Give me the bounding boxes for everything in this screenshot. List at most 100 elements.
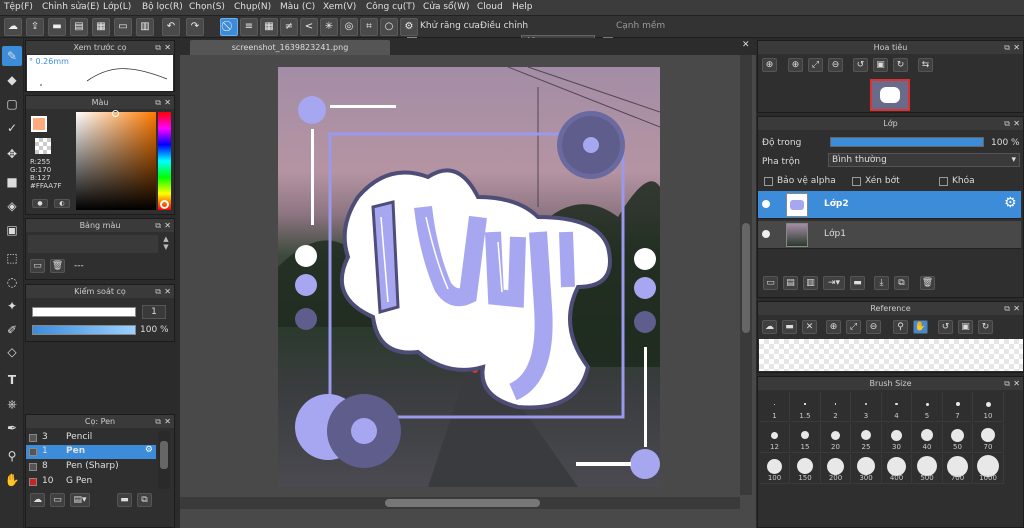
menu-color[interactable]: Màu (C) [280,2,315,12]
brush-size-option[interactable]: 12 [760,423,790,453]
brush-item-pencil[interactable]: 3 Pencil [26,431,156,445]
saturation-value-picker[interactable] [76,112,156,210]
rotate-right-icon[interactable]: ↻ [893,58,908,72]
ref-rotate-right-icon[interactable]: ↻ [978,320,993,334]
close-icon[interactable]: ✕ [164,219,171,232]
close-icon[interactable]: ✕ [164,41,171,54]
brush-size-option[interactable]: 4 [882,392,912,422]
menu-view[interactable]: Xem(V) [323,2,356,12]
brush-size-option[interactable]: 150 [790,454,821,484]
ref-eyedropper-icon[interactable]: ⚲ [893,320,908,334]
clipping-checkbox[interactable] [852,177,861,186]
canvas-tab[interactable]: screenshot_1639823241.png [190,40,390,55]
snap-off-icon[interactable]: ⃠ [220,18,238,36]
brush-size-slider[interactable] [32,307,136,317]
popout-icon[interactable]: ⧉ [155,285,161,298]
menu-filter[interactable]: Bộ lọc(R) [142,2,183,12]
brush-add-button[interactable]: ▤▾ [70,493,90,507]
palette-scroll[interactable]: ▲ ▼ [160,235,172,255]
layer-merge-button[interactable]: ⤓ [874,276,889,290]
snap-radial-icon[interactable]: ✳ [320,18,338,36]
color-mode-button[interactable]: ● [32,199,48,208]
background-color-swatch[interactable] [35,138,51,154]
menu-edit[interactable]: Chỉnh sửa(E) [42,2,99,12]
magic-wand-tool-icon[interactable]: ✦ [2,296,22,316]
palette-area[interactable] [28,235,158,253]
artwork[interactable] [278,67,660,487]
brush-list-scrollbar[interactable] [158,431,170,489]
brush-size-option[interactable]: 300 [851,454,882,484]
snap-parallel-icon[interactable]: ≡ [240,18,258,36]
menu-layer[interactable]: Lớp(L) [103,2,131,12]
close-icon[interactable]: ✕ [164,285,171,298]
navigator-thumbnail[interactable] [870,79,910,111]
reference-area[interactable] [759,339,1023,371]
ref-hand-icon[interactable]: ✋ [913,320,928,334]
undo-icon[interactable]: ↶ [162,18,180,36]
brush-size-option[interactable]: 20 [821,423,851,453]
menu-tools[interactable]: Công cụ(T) [366,2,415,12]
brush-size-option[interactable]: 500 [912,454,943,484]
select-pen-tool-icon[interactable]: ✐ [2,320,22,340]
bucket-tool-icon[interactable]: ◈ [2,196,22,216]
rotate-left-icon[interactable]: ↺ [853,58,868,72]
close-icon[interactable]: ✕ [1013,302,1020,315]
palette-delete-button[interactable]: 🗑 [50,259,65,273]
foreground-color-swatch[interactable] [31,116,47,132]
close-icon[interactable]: ✕ [164,96,171,109]
select-tool-icon[interactable]: ⬚ [2,248,22,268]
divide-tool-icon[interactable]: ⎈ [2,394,22,414]
gradient-tool-icon[interactable]: ▣ [2,220,22,240]
color-swap-button[interactable]: ◐ [54,199,70,208]
brush-size-option[interactable]: 1000 [973,454,1004,484]
menu-select[interactable]: Chọn(S) [189,2,225,12]
popout-icon[interactable]: ⧉ [1004,117,1010,130]
brush-size-option[interactable]: 100 [760,454,790,484]
snap-curve-icon[interactable]: ⌗ [360,18,378,36]
zoom-in-icon[interactable]: ⊕ [762,58,777,72]
popout-icon[interactable]: ⧉ [1004,377,1010,390]
close-icon[interactable]: ✕ [1013,377,1020,390]
brush-size-option[interactable]: 700 [943,454,973,484]
save-icon[interactable]: ▭ [114,18,132,36]
brush-size-option[interactable]: 1 [760,392,790,422]
redo-icon[interactable]: ↷ [186,18,204,36]
ref-rotate-left-icon[interactable]: ↺ [938,320,953,334]
zoom-plus-icon[interactable]: ⊕ [788,58,803,72]
hue-slider[interactable] [158,112,171,210]
eye-icon[interactable] [762,200,770,208]
canvas-vertical-scrollbar[interactable] [740,55,752,495]
brush-size-option[interactable]: 40 [912,423,943,453]
popout-icon[interactable]: ⧉ [1004,41,1010,54]
brush-duplicate-button[interactable]: ⧉ [137,493,152,507]
new-halftone-layer-button[interactable]: ▤ [783,276,798,290]
brush-size-option[interactable]: 3 [851,392,882,422]
brush-size-option[interactable]: 50 [943,423,973,453]
ref-open-icon[interactable]: ▬ [782,320,797,334]
new-folder-layer-button[interactable]: ▥ [803,276,818,290]
brush-item-pen-sharp[interactable]: 8 Pen (Sharp) [26,460,156,474]
snap-settings-icon[interactable]: ⚙ [400,18,418,36]
popout-icon[interactable]: ⧉ [155,219,161,232]
layer-opacity-slider[interactable] [830,137,984,147]
ref-reset-icon[interactable]: ▣ [958,320,973,334]
popout-icon[interactable]: ⧉ [155,415,161,428]
lasso-tool-icon[interactable]: ✓ [2,118,22,138]
close-icon[interactable]: ✕ [1013,117,1020,130]
brush-size-option[interactable]: 400 [882,454,912,484]
move-tool-icon[interactable]: ✥ [2,144,22,164]
snap-ellipse-icon[interactable]: ○ [380,18,398,36]
ref-cloud-icon[interactable]: ☁ [762,320,777,334]
layer-blend-select[interactable]: Bình thường ▾ [828,153,1020,167]
brush-size-option[interactable]: 30 [882,423,912,453]
menu-window[interactable]: Cửa sổ(W) [423,2,469,12]
rect-select-tool-icon[interactable]: ▢ [2,94,22,114]
layer-row-2[interactable]: Lớp2 ⚙ [758,191,1021,219]
new-file-icon[interactable]: ▤ [70,18,88,36]
comment-icon[interactable]: ▬ [48,18,66,36]
layer-folder-button[interactable]: ▬ [850,276,865,290]
brush-size-option[interactable]: 5 [912,392,943,422]
popout-icon[interactable]: ⧉ [1004,302,1010,315]
brush-tool-icon[interactable]: ✎ [2,46,22,66]
protect-alpha-checkbox[interactable] [764,177,773,186]
